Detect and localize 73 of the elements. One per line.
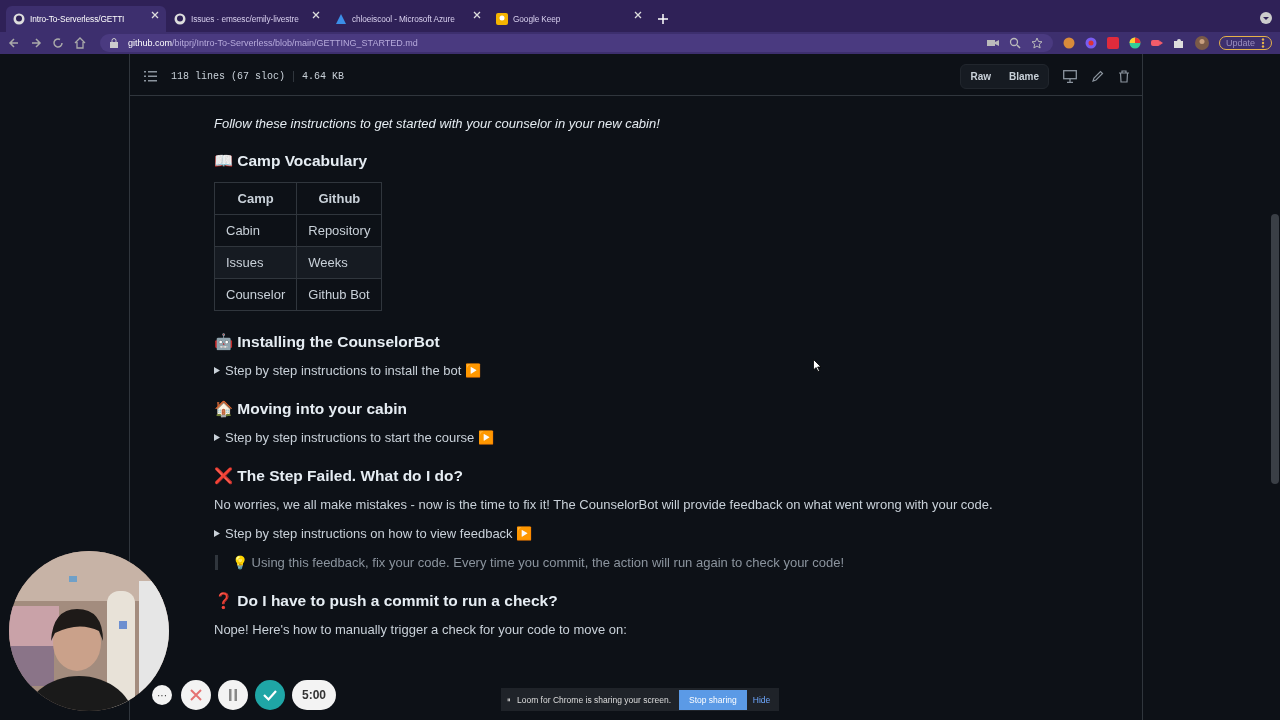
expand-triangle-icon	[214, 434, 220, 441]
close-icon[interactable]	[634, 11, 642, 19]
browser-tab[interactable]: chloeiscool - Microsoft Azure	[328, 6, 488, 32]
edit-icon[interactable]	[1091, 70, 1104, 83]
avatar-icon[interactable]	[1194, 36, 1209, 50]
dropdown-icon[interactable]	[1260, 12, 1272, 24]
summary-text: Step by step instructions to install the bot ▶	[225, 363, 481, 378]
summary-text: Step by step instructions on how to view feedback ▶	[225, 526, 533, 541]
tab-title: Google Keep	[513, 14, 562, 24]
url-text: github.com/bitprj/Intro-To-Serverless/blob/main/GETTING_STARTED.md	[128, 38, 418, 48]
close-icon[interactable]	[473, 11, 481, 19]
scrollbar-thumb[interactable]	[1271, 214, 1279, 484]
banner-text: Loom for Chrome is sharing your screen.	[517, 694, 671, 705]
table-cell: Weeks	[296, 246, 382, 279]
timer: 5:00	[292, 680, 336, 710]
zoom-icon[interactable]	[1008, 37, 1021, 49]
column-header: Github	[296, 182, 382, 215]
expand-triangle-icon	[214, 367, 220, 374]
color-wheel-icon[interactable]	[1128, 37, 1141, 49]
star-icon[interactable]	[1030, 37, 1043, 49]
desktop-icon[interactable]	[1063, 70, 1077, 83]
record-icon[interactable]	[1150, 37, 1163, 49]
section-heading: 🤖 Installing the CounselorBot	[214, 333, 441, 351]
table-cell: Issues	[214, 246, 297, 279]
section-heading: 🏠 Moving into your cabin	[214, 400, 408, 418]
browser-tab[interactable]: Intro-To-Serverless/GETTI	[6, 6, 166, 32]
tab-title: Intro-To-Serverless/GETTI	[30, 14, 126, 24]
trash-icon[interactable]	[1118, 70, 1130, 83]
table-cell: Cabin	[214, 214, 297, 247]
new-tab-button[interactable]	[658, 14, 668, 24]
back-icon[interactable]	[8, 37, 20, 49]
file-size: 4.64 KB	[293, 71, 345, 82]
lock-icon[interactable]	[110, 38, 118, 48]
section-heading: ❓ Do I have to push a commit to run a check?	[214, 592, 559, 610]
paragraph: No worries, we all make mistakes - now is the time to fix it! The CounselorBot will provide feedback on what went wrong with your code.	[214, 497, 994, 512]
tab-title: Issues · emsesc/emily-livestre	[191, 14, 300, 24]
pause-button[interactable]	[218, 680, 248, 710]
line-count: 118 lines (67 sloc)	[171, 71, 286, 82]
close-button[interactable]	[181, 680, 211, 710]
extension-icon[interactable]	[1106, 37, 1119, 49]
tab-title: chloeiscool - Microsoft Azure	[352, 14, 456, 24]
intro-text: Follow these instructions to get started with your counselor in your new cabin!	[214, 116, 661, 131]
browser-tab[interactable]: Issues · emsesc/emily-livestre	[167, 6, 327, 32]
table-cell: Repository	[296, 214, 382, 247]
camera-icon[interactable]	[986, 37, 999, 49]
more-icon[interactable]	[1261, 38, 1265, 48]
column-header: Camp	[214, 182, 297, 215]
table-cell: Github Bot	[296, 278, 382, 311]
quote-text: 💡 Using this feedback, fix your code. Every time you commit, the action will run again to check your code!	[232, 555, 845, 570]
done-button[interactable]	[255, 680, 285, 710]
expand-triangle-icon	[214, 530, 220, 537]
summary-text: Step by step instructions to start the course ▶	[225, 430, 494, 445]
forward-icon[interactable]	[30, 37, 42, 49]
close-icon[interactable]	[312, 11, 320, 19]
address-field[interactable]: github.com/bitprj/Intro-To-Serverless/blob/main/GETTING_STARTED.md	[100, 34, 1053, 52]
browser-tab[interactable]: Google Keep	[489, 6, 649, 32]
paragraph: Nope! Here's how to manually trigger a check for your code to move on:	[214, 622, 628, 637]
file-button[interactable]: Blame	[1000, 65, 1048, 88]
section-heading: ❌ The Step Failed. What do I do?	[214, 467, 464, 485]
file-button[interactable]: Raw	[961, 65, 1000, 88]
triangle-icon	[335, 13, 347, 25]
section-heading: 📖 Camp Vocabulary	[214, 152, 369, 170]
reload-icon[interactable]	[52, 37, 64, 49]
home-icon[interactable]	[74, 37, 86, 49]
details-summary[interactable]: Step by step instructions on how to view feedback ▶	[214, 526, 1058, 541]
close-icon[interactable]	[151, 11, 159, 19]
details-summary[interactable]: Step by step instructions to install the bot ▶	[214, 363, 1058, 378]
list-icon[interactable]	[144, 71, 157, 82]
details-summary[interactable]: Step by step instructions to start the course ▶	[214, 430, 1058, 445]
table-cell: Counselor	[214, 278, 297, 311]
more-button[interactable]: ···	[152, 685, 172, 705]
hide-link[interactable]: Hide	[752, 694, 771, 705]
cursor-icon[interactable]	[813, 359, 822, 372]
